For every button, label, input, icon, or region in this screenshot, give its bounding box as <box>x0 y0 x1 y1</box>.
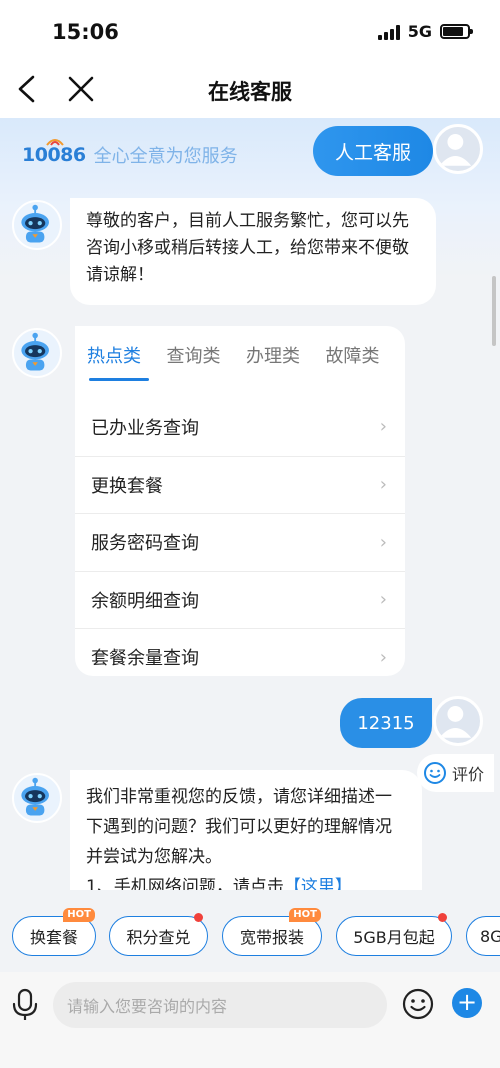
user-avatar <box>433 696 483 746</box>
question-list: 已办业务查询 › 更换套餐 › 服务密码查询 › 余额明细查询 › 套餐余量查询 › <box>75 398 405 676</box>
list-item[interactable]: 更换套餐 › <box>75 455 405 514</box>
list-item[interactable]: 套餐余量查询 › <box>75 628 405 676</box>
input-bar: 请输入您要咨询的内容 + <box>0 972 500 1068</box>
message-input[interactable]: 请输入您要咨询的内容 <box>53 982 387 1028</box>
chip-points[interactable]: 积分查兑 <box>109 913 208 956</box>
tab-query[interactable]: 查询类 <box>167 326 247 398</box>
page-title: 在线客服 <box>208 80 292 104</box>
bot-avatar <box>12 328 62 378</box>
chip-5gb-pack[interactable]: 5GB月包起 <box>336 913 452 956</box>
notification-dot <box>438 913 447 922</box>
list-item[interactable]: 已办业务查询 › <box>75 398 405 456</box>
user-avatar <box>433 124 483 174</box>
signal-wave-icon <box>46 139 64 146</box>
status-time: 15:06 <box>52 20 119 44</box>
chip-change-plan[interactable]: 换套餐 HOT <box>12 908 96 956</box>
brand-slogan: 全心全意为您服务 <box>93 146 238 167</box>
rate-button[interactable]: 评价 <box>417 754 495 792</box>
hot-badge: HOT <box>289 908 321 922</box>
chevron-right-icon: › <box>379 474 387 496</box>
chat-area[interactable]: 10086 全心全意为您服务 人工客服 尊敬的客户，目前人工服务繁忙，您可以先咨… <box>0 118 500 890</box>
bot-message: 尊敬的客户，目前人工服务繁忙，您可以先咨询小移或稍后转接人工，给您带来不便敬请谅… <box>70 198 436 305</box>
list-item[interactable]: 服务密码查询 › <box>75 513 405 571</box>
brand-logo: 10086 <box>22 139 86 166</box>
list-item[interactable]: 余额明细查询 › <box>75 570 405 629</box>
nav-bar: 在线客服 <box>0 62 500 118</box>
human-agent-button[interactable]: 人工客服 <box>313 126 433 176</box>
hot-badge: HOT <box>63 908 95 922</box>
battery-icon <box>440 24 473 39</box>
chevron-right-icon: › <box>379 646 387 668</box>
brand-banner: 10086 全心全意为您服务 <box>22 139 238 168</box>
hot-questions-card: 热点类 查询类 办理类 故障类 已办业务查询 › 更换套餐 › 服务密码查询 › 余额… <box>75 326 405 676</box>
status-indicators: 5G <box>377 22 473 41</box>
user-message: 12315 <box>340 698 432 748</box>
user-avatar-icon <box>439 134 472 166</box>
plus-icon[interactable]: + <box>452 988 482 1018</box>
chip-broadband[interactable]: 宽带报装 HOT <box>222 908 322 956</box>
smile-icon <box>424 762 446 784</box>
bot-message: 我们非常重视您的反馈，请您详细描述一下遇到的问题？我们可以更好的理解情况并尝试为… <box>70 770 422 890</box>
tab-fault[interactable]: 故障类 <box>326 326 406 398</box>
microphone-icon[interactable] <box>10 988 40 1022</box>
notification-dot <box>194 913 203 922</box>
active-tab-indicator <box>89 378 149 381</box>
category-tabs: 热点类 查询类 办理类 故障类 <box>75 326 405 398</box>
scrollbar[interactable] <box>492 276 496 346</box>
robot-icon <box>21 204 49 243</box>
user-avatar-icon <box>439 706 472 738</box>
robot-icon <box>21 332 49 371</box>
network-type: 5G <box>407 22 432 41</box>
status-bar: 15:06 5G <box>0 0 500 62</box>
chevron-right-icon: › <box>379 416 387 438</box>
robot-icon <box>21 777 49 816</box>
quick-reply-bar: 换套餐 HOT 积分查兑 宽带报装 HOT 5GB月包起 8G <box>0 890 500 972</box>
network-help-link[interactable]: 【这里】 <box>284 877 352 890</box>
emoji-icon[interactable] <box>402 988 434 1020</box>
bot-avatar <box>12 200 62 250</box>
chip-8g[interactable]: 8G <box>466 916 500 956</box>
bot-avatar <box>12 773 62 823</box>
signal-icon <box>377 24 400 40</box>
tab-hot[interactable]: 热点类 <box>87 326 167 398</box>
chevron-right-icon: › <box>379 531 387 553</box>
chevron-right-icon: › <box>379 589 387 611</box>
tab-handle[interactable]: 办理类 <box>246 326 326 398</box>
